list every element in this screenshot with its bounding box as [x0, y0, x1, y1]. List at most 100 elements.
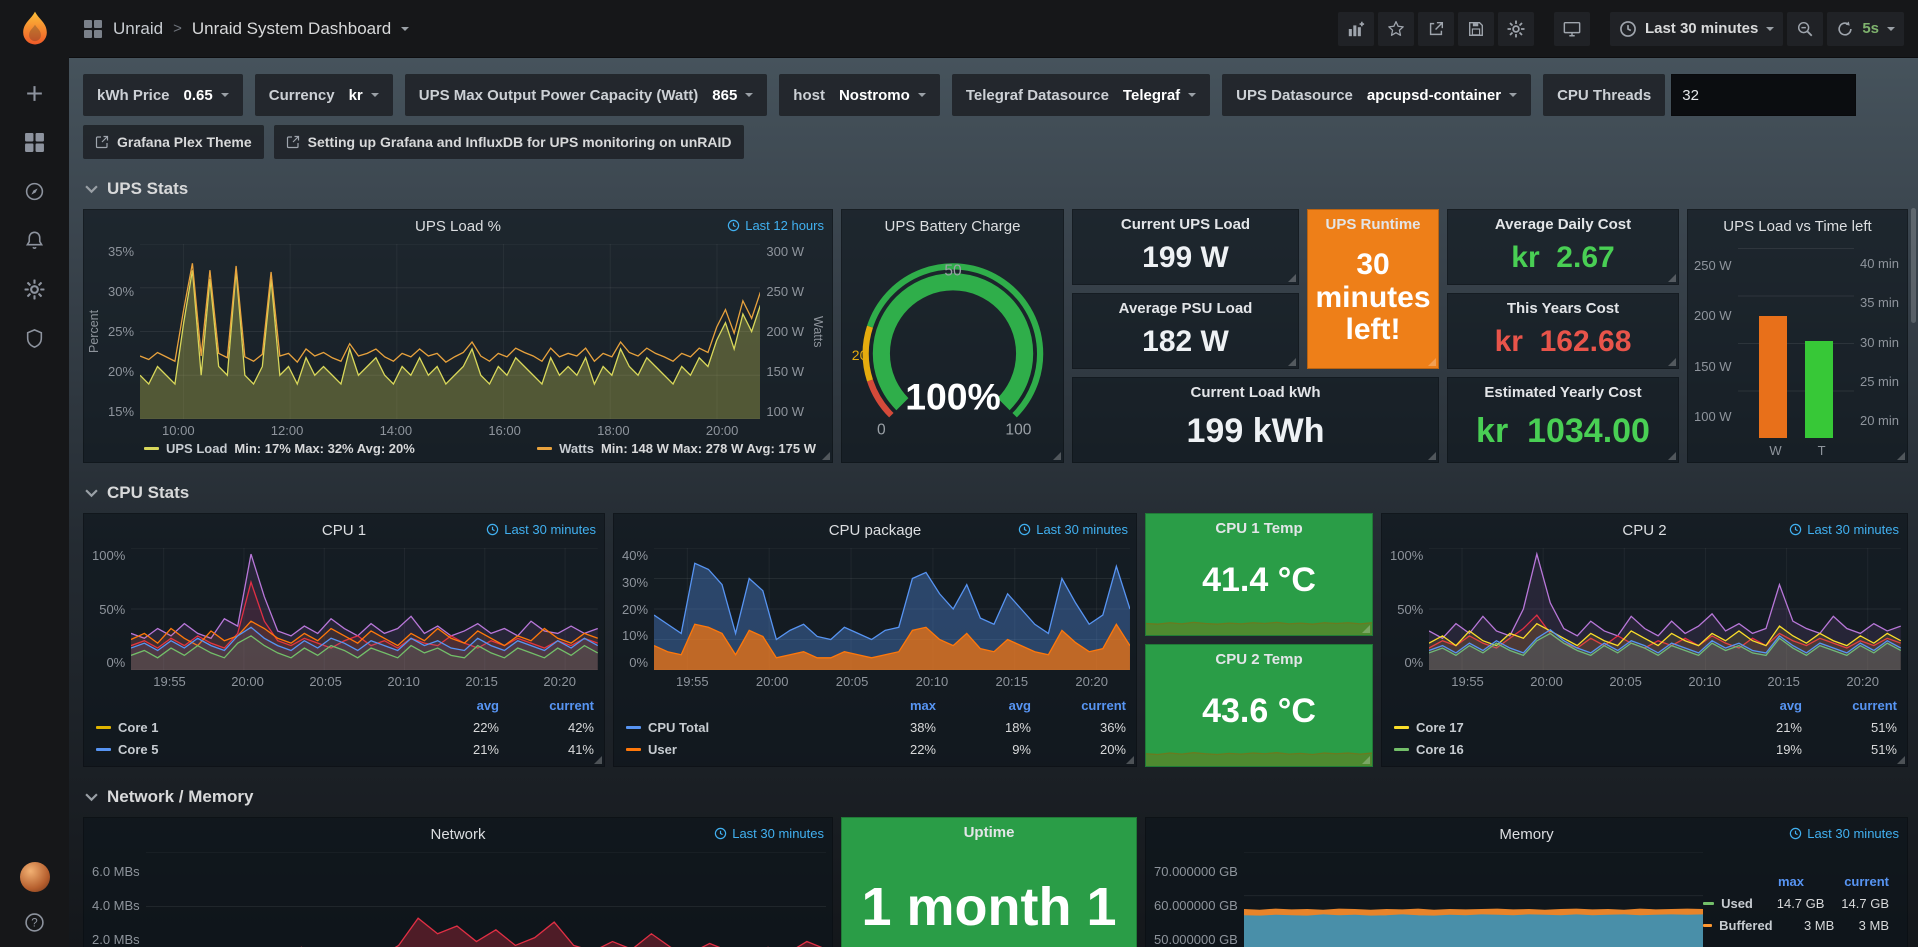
- dashboards-icon[interactable]: [24, 132, 45, 153]
- share-button[interactable]: [1418, 12, 1454, 46]
- panel-title[interactable]: Average PSU Load: [1073, 294, 1298, 322]
- variable-telegraf-datasource[interactable]: Telegraf DatasourceTelegraf: [952, 74, 1210, 116]
- cpu-package-chart[interactable]: [654, 548, 1130, 670]
- section-ups-stats[interactable]: UPS Stats: [85, 179, 1908, 199]
- panel-title[interactable]: CPU 2: [1622, 522, 1666, 539]
- dashboard-title[interactable]: Unraid System Dashboard: [192, 19, 391, 39]
- y-axis-label-left: Percent: [86, 244, 102, 419]
- panel-title[interactable]: Memory: [1499, 826, 1553, 843]
- panel-cpu-package: CPU package Last 30 minutes 40%30%20%10%…: [613, 513, 1137, 767]
- cpu1-temp-sparkline: [1146, 599, 1372, 635]
- ups-stats-row: UPS Load % Last 12 hours Percent 35%30%2…: [83, 209, 1908, 463]
- zoom-out-button[interactable]: [1787, 12, 1823, 46]
- panel-time-badge: Last 30 minutes: [1789, 522, 1899, 537]
- variable-host[interactable]: hostNostromo: [779, 74, 940, 116]
- stat-value: kr 162.68: [1448, 322, 1678, 368]
- panel-title[interactable]: UPS Load %: [415, 218, 501, 235]
- legend-series-name[interactable]: Watts: [559, 441, 594, 456]
- refresh-interval-label: 5s: [1862, 20, 1879, 37]
- panel-title[interactable]: CPU package: [829, 522, 922, 539]
- chevron-down-icon: [1887, 27, 1895, 31]
- panel-title[interactable]: Network: [430, 826, 485, 843]
- clock-icon: [714, 827, 727, 840]
- svg-text:0: 0: [877, 422, 886, 439]
- memory-chart[interactable]: [1244, 852, 1703, 947]
- cpu1-chart[interactable]: [131, 548, 598, 670]
- panel-average-psu-load: Average PSU Load 182 W: [1072, 293, 1299, 369]
- breadcrumb-folder[interactable]: Unraid: [113, 19, 163, 39]
- panel-ups-load-vs-time-left: UPS Load vs Time left 250 W200 W150 W100…: [1687, 209, 1908, 463]
- panel-title[interactable]: UPS Load vs Time left: [1723, 218, 1871, 235]
- scrollbar[interactable]: [1911, 208, 1916, 323]
- panel-title[interactable]: Average Daily Cost: [1448, 210, 1678, 238]
- clock-icon: [1789, 523, 1802, 536]
- panel-time-badge: Last 30 minutes: [1789, 826, 1899, 841]
- save-button[interactable]: [1458, 12, 1494, 46]
- variable-currency[interactable]: Currencykr: [255, 74, 393, 116]
- cpu2-chart[interactable]: [1429, 548, 1901, 670]
- ups-load-chart[interactable]: [140, 244, 760, 419]
- legend: avgcurrent Core 1721%51% Core 1619%51%: [1382, 692, 1907, 766]
- template-variables-row: kWh Price0.65 Currencykr UPS Max Output …: [83, 74, 1908, 116]
- create-plus-icon[interactable]: [24, 83, 45, 104]
- panel-title[interactable]: This Years Cost: [1448, 294, 1678, 322]
- panel-title[interactable]: CPU 2 Temp: [1146, 645, 1372, 673]
- section-cpu-stats[interactable]: CPU Stats: [85, 483, 1908, 503]
- panel-title[interactable]: UPS Battery Charge: [885, 218, 1021, 235]
- time-range-picker[interactable]: Last 30 minutes: [1610, 12, 1783, 46]
- panel-title[interactable]: Uptime: [842, 818, 1136, 846]
- clock-icon: [486, 523, 499, 536]
- ups-stat-cluster: Current UPS Load 199 W UPS Runtime 30 mi…: [1072, 209, 1679, 463]
- panel-title[interactable]: CPU 1 Temp: [1146, 514, 1372, 542]
- legend-series-name[interactable]: UPS Load: [166, 441, 227, 456]
- link-grafana-plex-theme[interactable]: Grafana Plex Theme: [83, 125, 264, 159]
- user-avatar[interactable]: [20, 862, 50, 892]
- panel-title[interactable]: UPS Runtime: [1308, 210, 1438, 238]
- bar-watts[interactable]: [1759, 316, 1787, 438]
- panel-this-years-cost: This Years Cost kr 162.68: [1447, 293, 1679, 369]
- cpu-stats-row: CPU 1 Last 30 minutes 100%50%0% 19:5520:…: [83, 513, 1908, 767]
- explore-compass-icon[interactable]: [24, 181, 45, 202]
- breadcrumb: Unraid > Unraid System Dashboard: [83, 19, 409, 39]
- configuration-gear-icon[interactable]: [24, 279, 45, 300]
- battery-gauge: 0 50 100 20 100%: [842, 242, 1063, 462]
- variable-ups-max-output[interactable]: UPS Max Output Power Capacity (Watt)865: [405, 74, 768, 116]
- panel-title[interactable]: Current UPS Load: [1073, 210, 1298, 238]
- bar-time-left[interactable]: [1805, 341, 1833, 438]
- legend-row: Core 122%42%: [96, 716, 594, 738]
- cycle-view-monitor-button[interactable]: [1554, 12, 1590, 46]
- admin-shield-icon[interactable]: [24, 328, 45, 349]
- legend-row: User22%9%20%: [626, 738, 1126, 760]
- section-network-memory[interactable]: Network / Memory: [85, 787, 1908, 807]
- panel-memory: Memory Last 30 minutes 70.000000 GB60.00…: [1145, 817, 1908, 947]
- legend-row: Used14.7 GB14.7 GB: [1703, 892, 1889, 914]
- bar-plot: [1738, 248, 1854, 438]
- variable-cpu-threads-label: CPU Threads: [1543, 74, 1665, 116]
- alerting-bell-icon[interactable]: [24, 230, 45, 251]
- help-icon[interactable]: ?: [24, 912, 45, 933]
- panel-cpu1-temp: CPU 1 Temp 41.4 °C: [1145, 513, 1373, 636]
- external-link-icon: [95, 135, 109, 149]
- panel-title[interactable]: CPU 1: [322, 522, 366, 539]
- refresh-button[interactable]: 5s: [1827, 12, 1904, 46]
- x-ticks: 19:5520:0020:0520:1020:1520:20: [131, 670, 598, 692]
- chevron-down-icon: [85, 793, 98, 802]
- star-button[interactable]: [1378, 12, 1414, 46]
- panel-title[interactable]: Current Load kWh: [1073, 378, 1438, 406]
- y-axis-label-right: Watts: [810, 244, 826, 419]
- clock-icon: [1018, 523, 1031, 536]
- network-chart[interactable]: [146, 852, 826, 947]
- x-ticks: 19:5520:0020:0520:1020:1520:20: [654, 670, 1130, 692]
- y-ticks-left: 35%30%25%20%15%: [102, 244, 140, 419]
- variable-ups-datasource[interactable]: UPS Datasourceapcupsd-container: [1222, 74, 1531, 116]
- dashboard-canvas: kWh Price0.65 Currencykr UPS Max Output …: [69, 58, 1918, 947]
- dashboard-settings-button[interactable]: [1498, 12, 1534, 46]
- panel-title[interactable]: Estimated Yearly Cost: [1448, 378, 1678, 406]
- cpu-threads-input[interactable]: [1671, 74, 1856, 116]
- variable-kwh-price[interactable]: kWh Price0.65: [83, 74, 243, 116]
- grafana-logo-icon[interactable]: [14, 9, 56, 51]
- stat-value: kr 1034.00: [1448, 406, 1678, 462]
- add-panel-button[interactable]: [1338, 12, 1374, 46]
- bar-x-labels: WT: [1688, 438, 1907, 462]
- link-ups-monitoring-guide[interactable]: Setting up Grafana and InfluxDB for UPS …: [274, 125, 744, 159]
